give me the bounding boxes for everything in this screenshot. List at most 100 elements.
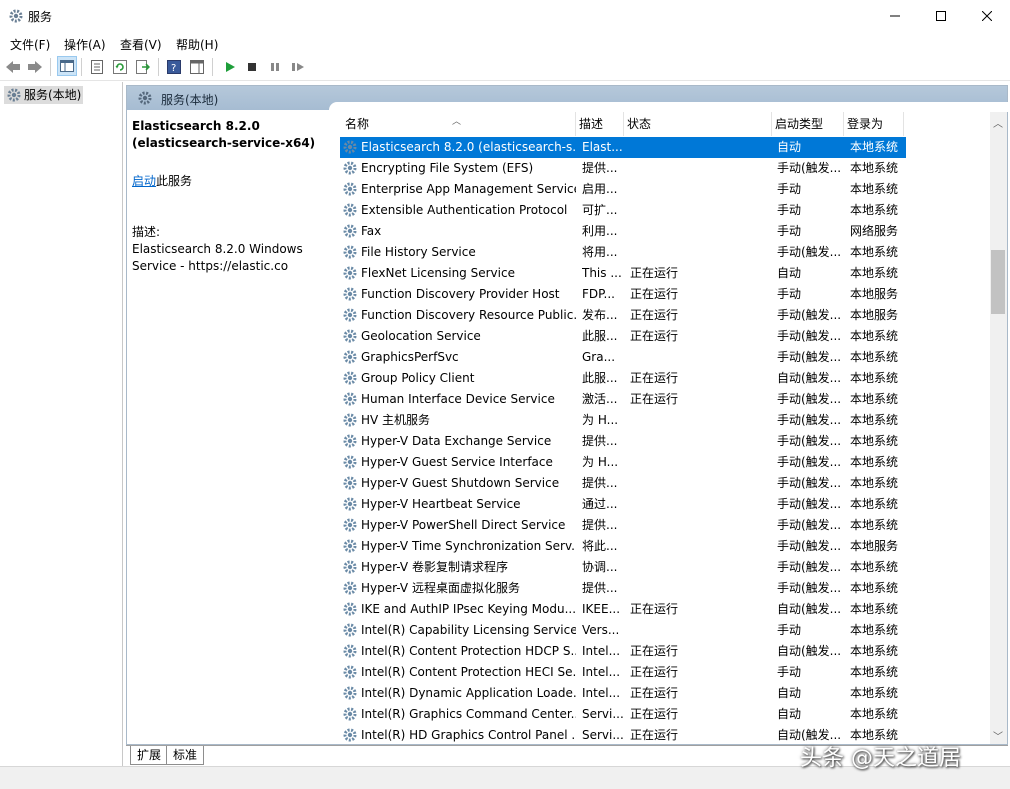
column-header-status[interactable]: 状态	[624, 112, 772, 136]
service-gear-icon	[343, 224, 357, 238]
stop-service-button[interactable]	[243, 58, 261, 76]
service-startup-type: 手动(触发...	[777, 455, 842, 469]
table-row[interactable]: File History Service 将用... 手动(触发... 本地系统	[340, 242, 906, 263]
column-header-name[interactable]: ︿ 名称	[342, 112, 576, 136]
service-name: Enterprise App Management Service	[361, 182, 576, 196]
service-name: Fax	[361, 224, 382, 238]
service-startup-type: 自动(触发...	[777, 602, 842, 616]
table-row[interactable]: Hyper-V Guest Shutdown Service 提供... 手动(触发…	[340, 473, 906, 494]
show-action-pane-button[interactable]	[188, 58, 206, 76]
export-list-button[interactable]	[134, 58, 152, 76]
service-startup-type: 手动(触发...	[777, 581, 842, 595]
refresh-button[interactable]	[111, 58, 129, 76]
service-logon: 本地系统	[850, 371, 899, 385]
service-desc: This ...	[582, 266, 622, 280]
scrollbar-thumb[interactable]	[991, 250, 1005, 314]
table-row[interactable]: Hyper-V Heartbeat Service 通过... 手动(触发... 本地…	[340, 494, 906, 515]
table-row[interactable]: Extensible Authentication Protocol 可扩... 手…	[340, 200, 906, 221]
service-gear-icon	[343, 455, 357, 469]
table-row[interactable]: HV 主机服务 为 H... 手动(触发... 本地系统	[340, 410, 906, 431]
maximize-button[interactable]	[918, 0, 964, 32]
restart-service-button[interactable]	[289, 58, 307, 76]
service-logon: 本地系统	[850, 266, 899, 280]
service-gear-icon	[343, 266, 357, 280]
service-desc: 为 H...	[582, 455, 619, 469]
start-service-link[interactable]: 启动	[132, 174, 156, 188]
play-icon	[226, 62, 235, 72]
service-startup-type: 手动(触发...	[777, 539, 842, 553]
start-service-button[interactable]	[221, 58, 239, 76]
watermark: 头条 @天之道居	[800, 746, 961, 771]
service-desc: 通过...	[582, 497, 618, 511]
toolbar-separator	[50, 58, 51, 76]
show-console-tree-button[interactable]	[57, 56, 77, 76]
table-row[interactable]: Function Discovery Provider Host FDP... 正在…	[340, 284, 906, 305]
table-row[interactable]: Hyper-V Time Synchronization Serv... 将此..…	[340, 536, 906, 557]
service-startup-type: 自动	[777, 686, 802, 700]
table-row[interactable]: Intel(R) Graphics Command Center... Servi…	[340, 704, 906, 725]
table-row[interactable]: Fax 利用... 手动 网络服务	[340, 221, 906, 242]
menu-help[interactable]: 帮助(H)	[176, 36, 218, 53]
menu-view[interactable]: 查看(V)	[120, 36, 162, 53]
service-logon: 本地系统	[850, 350, 899, 364]
close-button[interactable]	[964, 0, 1010, 32]
help-button[interactable]: ?	[165, 58, 183, 76]
service-name: Function Discovery Provider Host	[361, 287, 560, 301]
console-tree: 服务(本地)	[0, 82, 123, 766]
table-row[interactable]: Geolocation Service 此服... 正在运行 手动(触发... 本地系统	[340, 326, 906, 347]
service-gear-icon	[343, 539, 357, 553]
service-name: Hyper-V Data Exchange Service	[361, 434, 552, 448]
table-row[interactable]: Intel(R) Content Protection HECI Se... In…	[340, 662, 906, 683]
scroll-up-icon[interactable]: ︿	[993, 115, 1003, 130]
close-icon	[982, 11, 992, 21]
menu-file[interactable]: 文件(F)	[10, 36, 50, 53]
column-header-logon-as[interactable]: 登录为	[844, 112, 904, 136]
table-row[interactable]: Group Policy Client 此服... 正在运行 自动(触发... 本地系统	[340, 368, 906, 389]
table-row[interactable]: Hyper-V 卷影复制请求程序 协调... 手动(触发... 本地系统	[340, 557, 906, 578]
service-name: Elasticsearch 8.2.0 (elasticsearch-s...	[361, 140, 576, 154]
minimize-button[interactable]	[872, 0, 918, 32]
table-row[interactable]: Function Discovery Resource Public... 发布.…	[340, 305, 906, 326]
table-row[interactable]: IKE and AuthIP IPsec Keying Modu... IKEE.…	[340, 599, 906, 620]
service-gear-icon	[343, 476, 357, 490]
table-row[interactable]: Elasticsearch 8.2.0 (elasticsearch-s... E…	[340, 137, 906, 158]
table-row[interactable]: Hyper-V Guest Service Interface 为 H... 手动(…	[340, 452, 906, 473]
scroll-down-icon[interactable]: ﹀	[993, 728, 1003, 743]
service-logon: 本地系统	[850, 518, 899, 532]
vertical-scrollbar[interactable]: ︿ ﹀	[990, 112, 1007, 744]
service-gear-icon	[343, 602, 357, 616]
table-row[interactable]: Hyper-V PowerShell Direct Service 提供... 手动…	[340, 515, 906, 536]
tree-item-services-local[interactable]: 服务(本地)	[4, 86, 84, 104]
menu-action[interactable]: 操作(A)	[64, 36, 106, 53]
service-status: 正在运行	[630, 728, 679, 742]
table-row[interactable]: Hyper-V Data Exchange Service 提供... 手动(触发.…	[340, 431, 906, 452]
table-row[interactable]: Human Interface Device Service 激活... 正在运行 手…	[340, 389, 906, 410]
service-desc: 启用...	[582, 182, 618, 196]
tab-extended[interactable]: 扩展	[130, 746, 169, 765]
service-logon: 本地服务	[850, 539, 899, 553]
service-logon: 本地服务	[850, 308, 899, 322]
service-status: 正在运行	[630, 266, 679, 280]
pause-service-button[interactable]	[266, 58, 284, 76]
table-row[interactable]: FlexNet Licensing Service This ... 正在运行 自动 本…	[340, 263, 906, 284]
table-row[interactable]: Enterprise App Management Service 启用... 手动…	[340, 179, 906, 200]
service-status: 正在运行	[630, 707, 679, 721]
forward-button[interactable]	[26, 58, 44, 76]
table-row[interactable]: GraphicsPerfSvc Gra... 手动(触发... 本地系统	[340, 347, 906, 368]
table-row[interactable]: Hyper-V 远程桌面虚拟化服务 提供... 手动(触发... 本地系统	[340, 578, 906, 599]
table-row[interactable]: Intel(R) Dynamic Application Loade... Int…	[340, 683, 906, 704]
table-row[interactable]: Intel(R) Capability Licensing Service...…	[340, 620, 906, 641]
service-desc: 发布...	[582, 308, 618, 322]
service-desc: IKEE...	[582, 602, 621, 616]
properties-button[interactable]	[88, 58, 106, 76]
service-name: Hyper-V 远程桌面虚拟化服务	[361, 581, 520, 595]
tab-standard[interactable]: 标准	[166, 746, 205, 765]
column-header-startup-type[interactable]: 启动类型	[772, 112, 844, 136]
service-gear-icon	[343, 560, 357, 574]
back-button[interactable]	[4, 58, 22, 76]
table-row[interactable]: Encrypting File System (EFS) 提供... 手动(触发..…	[340, 158, 906, 179]
table-row[interactable]: Intel(R) Content Protection HDCP S... Int…	[340, 641, 906, 662]
column-header-description[interactable]: 描述	[576, 112, 624, 136]
service-gear-icon	[343, 686, 357, 700]
service-name: Intel(R) Content Protection HDCP S...	[361, 644, 576, 658]
